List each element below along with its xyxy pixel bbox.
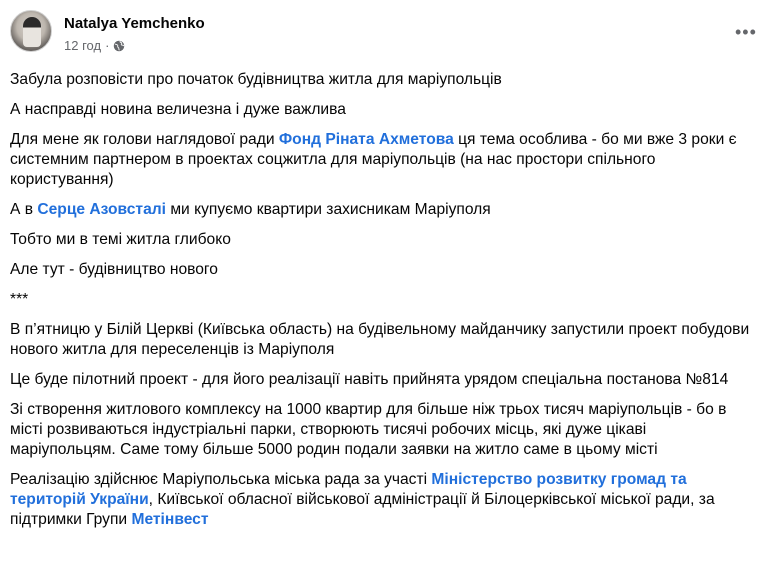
paragraph-text: В п’ятницю у Білій Церкві (Київська обла… bbox=[10, 321, 750, 358]
page-mention-link[interactable]: Серце Азовсталі bbox=[37, 201, 166, 218]
post-paragraph: Тобто ми в темі житла глибоко bbox=[10, 230, 755, 250]
avatar-photo bbox=[23, 17, 41, 47]
paragraph-text: Тобто ми в темі житла глибоко bbox=[10, 231, 231, 248]
post-paragraph: Забула розповісти про початок будівництв… bbox=[10, 70, 755, 90]
post-paragraph: Для мене як голови наглядової ради Фонд … bbox=[10, 130, 755, 190]
paragraph-text: А в bbox=[10, 201, 38, 218]
facebook-post: Natalya Yemchenko 12 год · ••• Забула ро… bbox=[0, 0, 765, 568]
post-header: Natalya Yemchenko 12 год · ••• bbox=[10, 10, 756, 58]
post-paragraph: Але тут - будівництво нового bbox=[10, 260, 755, 280]
post-meta: 12 год · bbox=[64, 38, 125, 53]
page-mention-link[interactable]: Фонд Ріната Ахметова bbox=[279, 131, 454, 148]
post-body: Забула розповісти про початок будівництв… bbox=[10, 70, 755, 540]
meta-separator: · bbox=[105, 38, 110, 53]
paragraph-text: Це буде пілотний проект - для його реалі… bbox=[10, 371, 729, 388]
paragraph-text: Але тут - будівництво нового bbox=[10, 261, 218, 278]
author-name-link[interactable]: Natalya Yemchenko bbox=[64, 15, 205, 32]
author-avatar[interactable] bbox=[10, 10, 52, 52]
page-mention-link[interactable]: Метінвест bbox=[131, 511, 208, 528]
paragraph-text: *** bbox=[10, 291, 29, 308]
post-paragraph: Зі створення житлового комплексу на 1000… bbox=[10, 400, 755, 460]
more-options-button[interactable]: ••• bbox=[735, 22, 756, 42]
paragraph-text: Зі створення житлового комплексу на 1000… bbox=[10, 401, 727, 458]
post-paragraph: *** bbox=[10, 290, 755, 310]
post-paragraph: А насправді новина величезна і дуже важл… bbox=[10, 100, 755, 120]
post-paragraph: В п’ятницю у Білій Церкві (Київська обла… bbox=[10, 320, 755, 360]
paragraph-text: Забула розповісти про початок будівництв… bbox=[10, 71, 502, 88]
paragraph-text: А насправді новина величезна і дуже важл… bbox=[10, 101, 346, 118]
paragraph-text: Для мене як голови наглядової ради bbox=[10, 131, 279, 148]
post-paragraph: А в Серце Азовсталі ми купуємо квартири … bbox=[10, 200, 755, 220]
post-paragraph: Реалізацію здійснює Маріупольська міська… bbox=[10, 470, 755, 530]
globe-icon[interactable] bbox=[113, 40, 125, 52]
post-timestamp[interactable]: 12 год bbox=[64, 38, 101, 53]
post-paragraph: Це буде пілотний проект - для його реалі… bbox=[10, 370, 755, 390]
paragraph-text: ми купуємо квартири захисникам Маріуполя bbox=[165, 201, 491, 218]
paragraph-text: Реалізацію здійснює Маріупольська міська… bbox=[10, 471, 432, 488]
